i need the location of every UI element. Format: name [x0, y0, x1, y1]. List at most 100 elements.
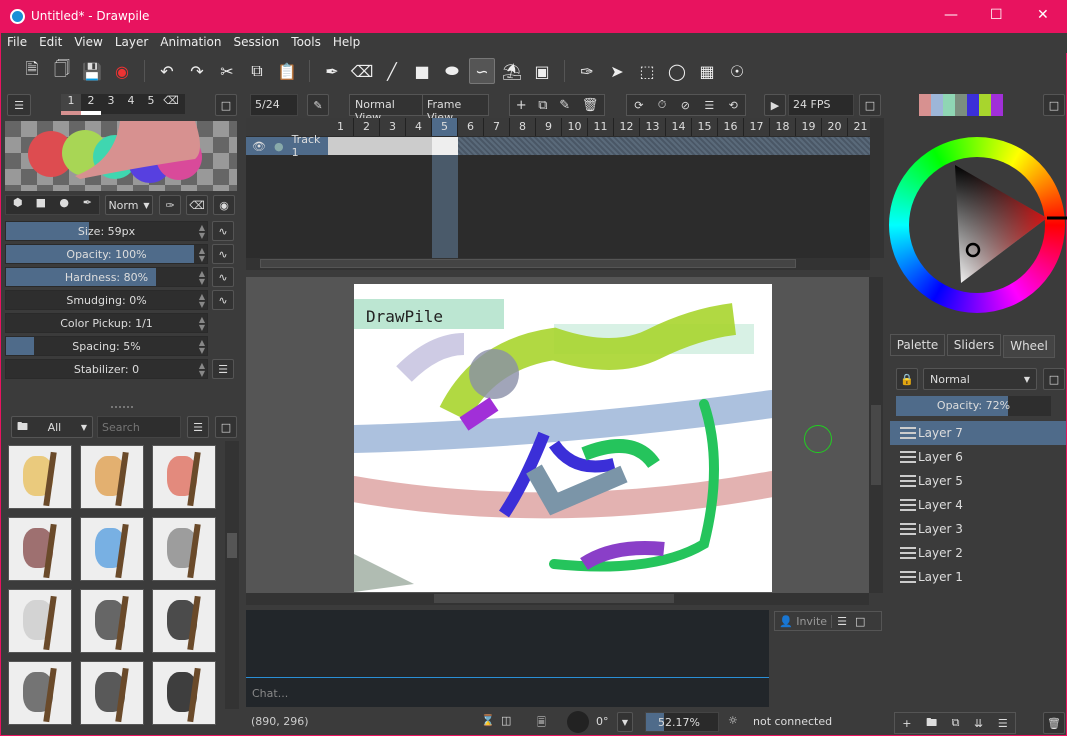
layer-blend-select[interactable]: Normal ▼	[923, 368, 1037, 390]
inspector-icon[interactable]: ☉	[724, 58, 750, 84]
normal-view-button[interactable]: Normal View	[350, 95, 423, 124]
layer-opacity-slider[interactable]: Opacity: 72%	[896, 396, 1051, 416]
eye-icon[interactable]: 👁	[252, 140, 266, 153]
frame-number[interactable]: 12	[614, 118, 640, 136]
delete-layer-icon[interactable]: 🗑	[1043, 712, 1065, 734]
ellipse-icon[interactable]: ⬬	[439, 58, 465, 84]
tab-sliders[interactable]: Sliders	[947, 334, 1001, 356]
layer-item[interactable]: Layer 1	[890, 565, 1066, 589]
add-keyframe-icon[interactable]: +	[516, 98, 527, 113]
rotation-dial[interactable]	[567, 711, 589, 733]
track-settings-icon[interactable]: ☰	[704, 99, 714, 112]
bezier-icon[interactable]: ∽	[469, 58, 495, 84]
edit-frame-icon[interactable]: ✎	[307, 94, 329, 116]
brush-slider[interactable]: Color Pickup: 1/1 ▲ ▼	[5, 313, 208, 333]
brush-preset[interactable]	[152, 517, 216, 581]
layer-properties-icon[interactable]: ☰	[998, 717, 1008, 730]
brush-preset[interactable]	[8, 445, 72, 509]
cut-icon[interactable]: ✂	[214, 58, 240, 84]
canvas-hscroll[interactable]	[246, 593, 869, 605]
frame-number[interactable]: 10	[562, 118, 588, 136]
eraser-icon[interactable]: ⌫	[349, 58, 375, 84]
brush-preset[interactable]	[80, 661, 144, 725]
brush-slot-5[interactable]: 5	[141, 94, 161, 114]
timer-icon[interactable]: ⏱	[658, 98, 667, 112]
panel-float-button[interactable]: □	[1043, 368, 1065, 390]
record-icon[interactable]: ◉	[109, 58, 135, 84]
menu-session[interactable]: Session	[227, 33, 285, 53]
brush-slider[interactable]: Spacing: 5% ▲ ▼	[5, 336, 208, 356]
color-swatch[interactable]	[991, 94, 1003, 116]
brush-slider[interactable]: Opacity: 100% ▲ ▼	[5, 244, 208, 264]
frame-view-button[interactable]: Frame View	[423, 95, 488, 124]
color-swatch[interactable]	[943, 94, 955, 116]
transform-icon[interactable]: ▦	[694, 58, 720, 84]
round-soft-icon[interactable]: ●	[53, 196, 76, 214]
menu-layer[interactable]: Layer	[109, 33, 154, 53]
color-swatch[interactable]	[967, 94, 979, 116]
lock-canvas-icon[interactable]: 🗏	[537, 714, 546, 733]
zoom-spinbox[interactable]: 52.17%	[645, 712, 719, 732]
repeat-icon[interactable]: ⟲	[729, 99, 738, 112]
stabilizer-menu-icon[interactable]: ☰	[212, 359, 234, 379]
layer-item[interactable]: Layer 7	[890, 421, 1066, 445]
brush-preset[interactable]	[8, 589, 72, 653]
brush-preset[interactable]	[80, 445, 144, 509]
splitter-handle[interactable]	[111, 406, 133, 408]
frame-number[interactable]: 19	[796, 118, 822, 136]
select-arrow-icon[interactable]: ➤	[604, 58, 630, 84]
layer-item[interactable]: Layer 6	[890, 445, 1066, 469]
rotation-dropdown[interactable]: ▼	[617, 712, 633, 732]
frame-number[interactable]: 3	[380, 118, 406, 136]
close-button[interactable]: ✕	[1037, 7, 1049, 23]
brush-filter-select[interactable]: 🖿 All ▼	[11, 416, 93, 438]
brush-slider[interactable]: Hardness: 80% ▲ ▼	[5, 267, 208, 287]
frame-number[interactable]: 5	[432, 118, 458, 136]
tab-wheel[interactable]: Wheel	[1003, 335, 1055, 358]
color-picker-icon[interactable]: ✑	[574, 58, 600, 84]
timeline-hscroll[interactable]	[246, 258, 870, 270]
round-pixel-icon[interactable]: ⬢	[6, 196, 29, 214]
pressure-curve-icon[interactable]: ∿	[212, 267, 234, 287]
lasso-select-icon[interactable]: ◯	[664, 58, 690, 84]
panel-float-button[interactable]: □	[215, 416, 237, 438]
delete-keyframe-icon[interactable]: 🗑	[582, 98, 599, 113]
brush-list-scrollbar[interactable]	[225, 441, 239, 709]
square-icon[interactable]: ■	[29, 196, 52, 214]
layer-item[interactable]: Layer 2	[890, 541, 1066, 565]
brush-slot-3[interactable]: 3	[101, 94, 121, 114]
chat-input[interactable]: Chat...	[252, 687, 288, 700]
layer-item[interactable]: Layer 4	[890, 493, 1066, 517]
menu-help[interactable]: Help	[327, 33, 366, 53]
brush-preset[interactable]	[80, 589, 144, 653]
mirror-icon[interactable]: ◫	[501, 714, 511, 727]
pressure-curve-icon[interactable]: ∿	[212, 290, 234, 310]
undo-icon[interactable]: ↶	[154, 58, 180, 84]
duplicate-layer-icon[interactable]: ⧉	[952, 716, 960, 730]
color-swatch[interactable]	[919, 94, 931, 116]
brush-slider[interactable]: Smudging: 0% ▲ ▼	[5, 290, 208, 310]
lock-layer-icon[interactable]: 🔒	[896, 368, 918, 390]
chat-options-icon[interactable]: □	[852, 615, 868, 628]
duplicate-keyframe-icon[interactable]: ⧉	[538, 98, 547, 113]
frame-number[interactable]: 2	[354, 118, 380, 136]
tab-palette[interactable]: Palette	[890, 334, 945, 356]
add-layer-icon[interactable]: +	[902, 717, 911, 730]
rect-select-icon[interactable]: ⬚	[634, 58, 660, 84]
edit-keyframe-icon[interactable]: ✎	[559, 98, 570, 113]
frame-number[interactable]: 8	[510, 118, 536, 136]
brush-preset[interactable]	[8, 661, 72, 725]
minimize-button[interactable]: —	[944, 7, 958, 23]
pressure-curve-icon[interactable]: ∿	[212, 244, 234, 264]
menu-tools[interactable]: Tools	[285, 33, 327, 53]
fill-icon[interactable]: ⛱	[499, 58, 525, 84]
frame-number[interactable]: 18	[770, 118, 796, 136]
merge-down-icon[interactable]: ⇊	[974, 717, 983, 730]
open-file-icon[interactable]: 🗍	[49, 58, 75, 84]
eraser-mode-icon[interactable]: ⌫	[186, 195, 208, 215]
add-group-icon[interactable]: 🖿	[926, 714, 937, 733]
maximize-button[interactable]: ☐	[990, 7, 1003, 23]
brush-search-input[interactable]	[97, 416, 181, 438]
panel-float-button[interactable]: □	[859, 94, 881, 116]
timeline-vscroll[interactable]	[870, 118, 884, 258]
